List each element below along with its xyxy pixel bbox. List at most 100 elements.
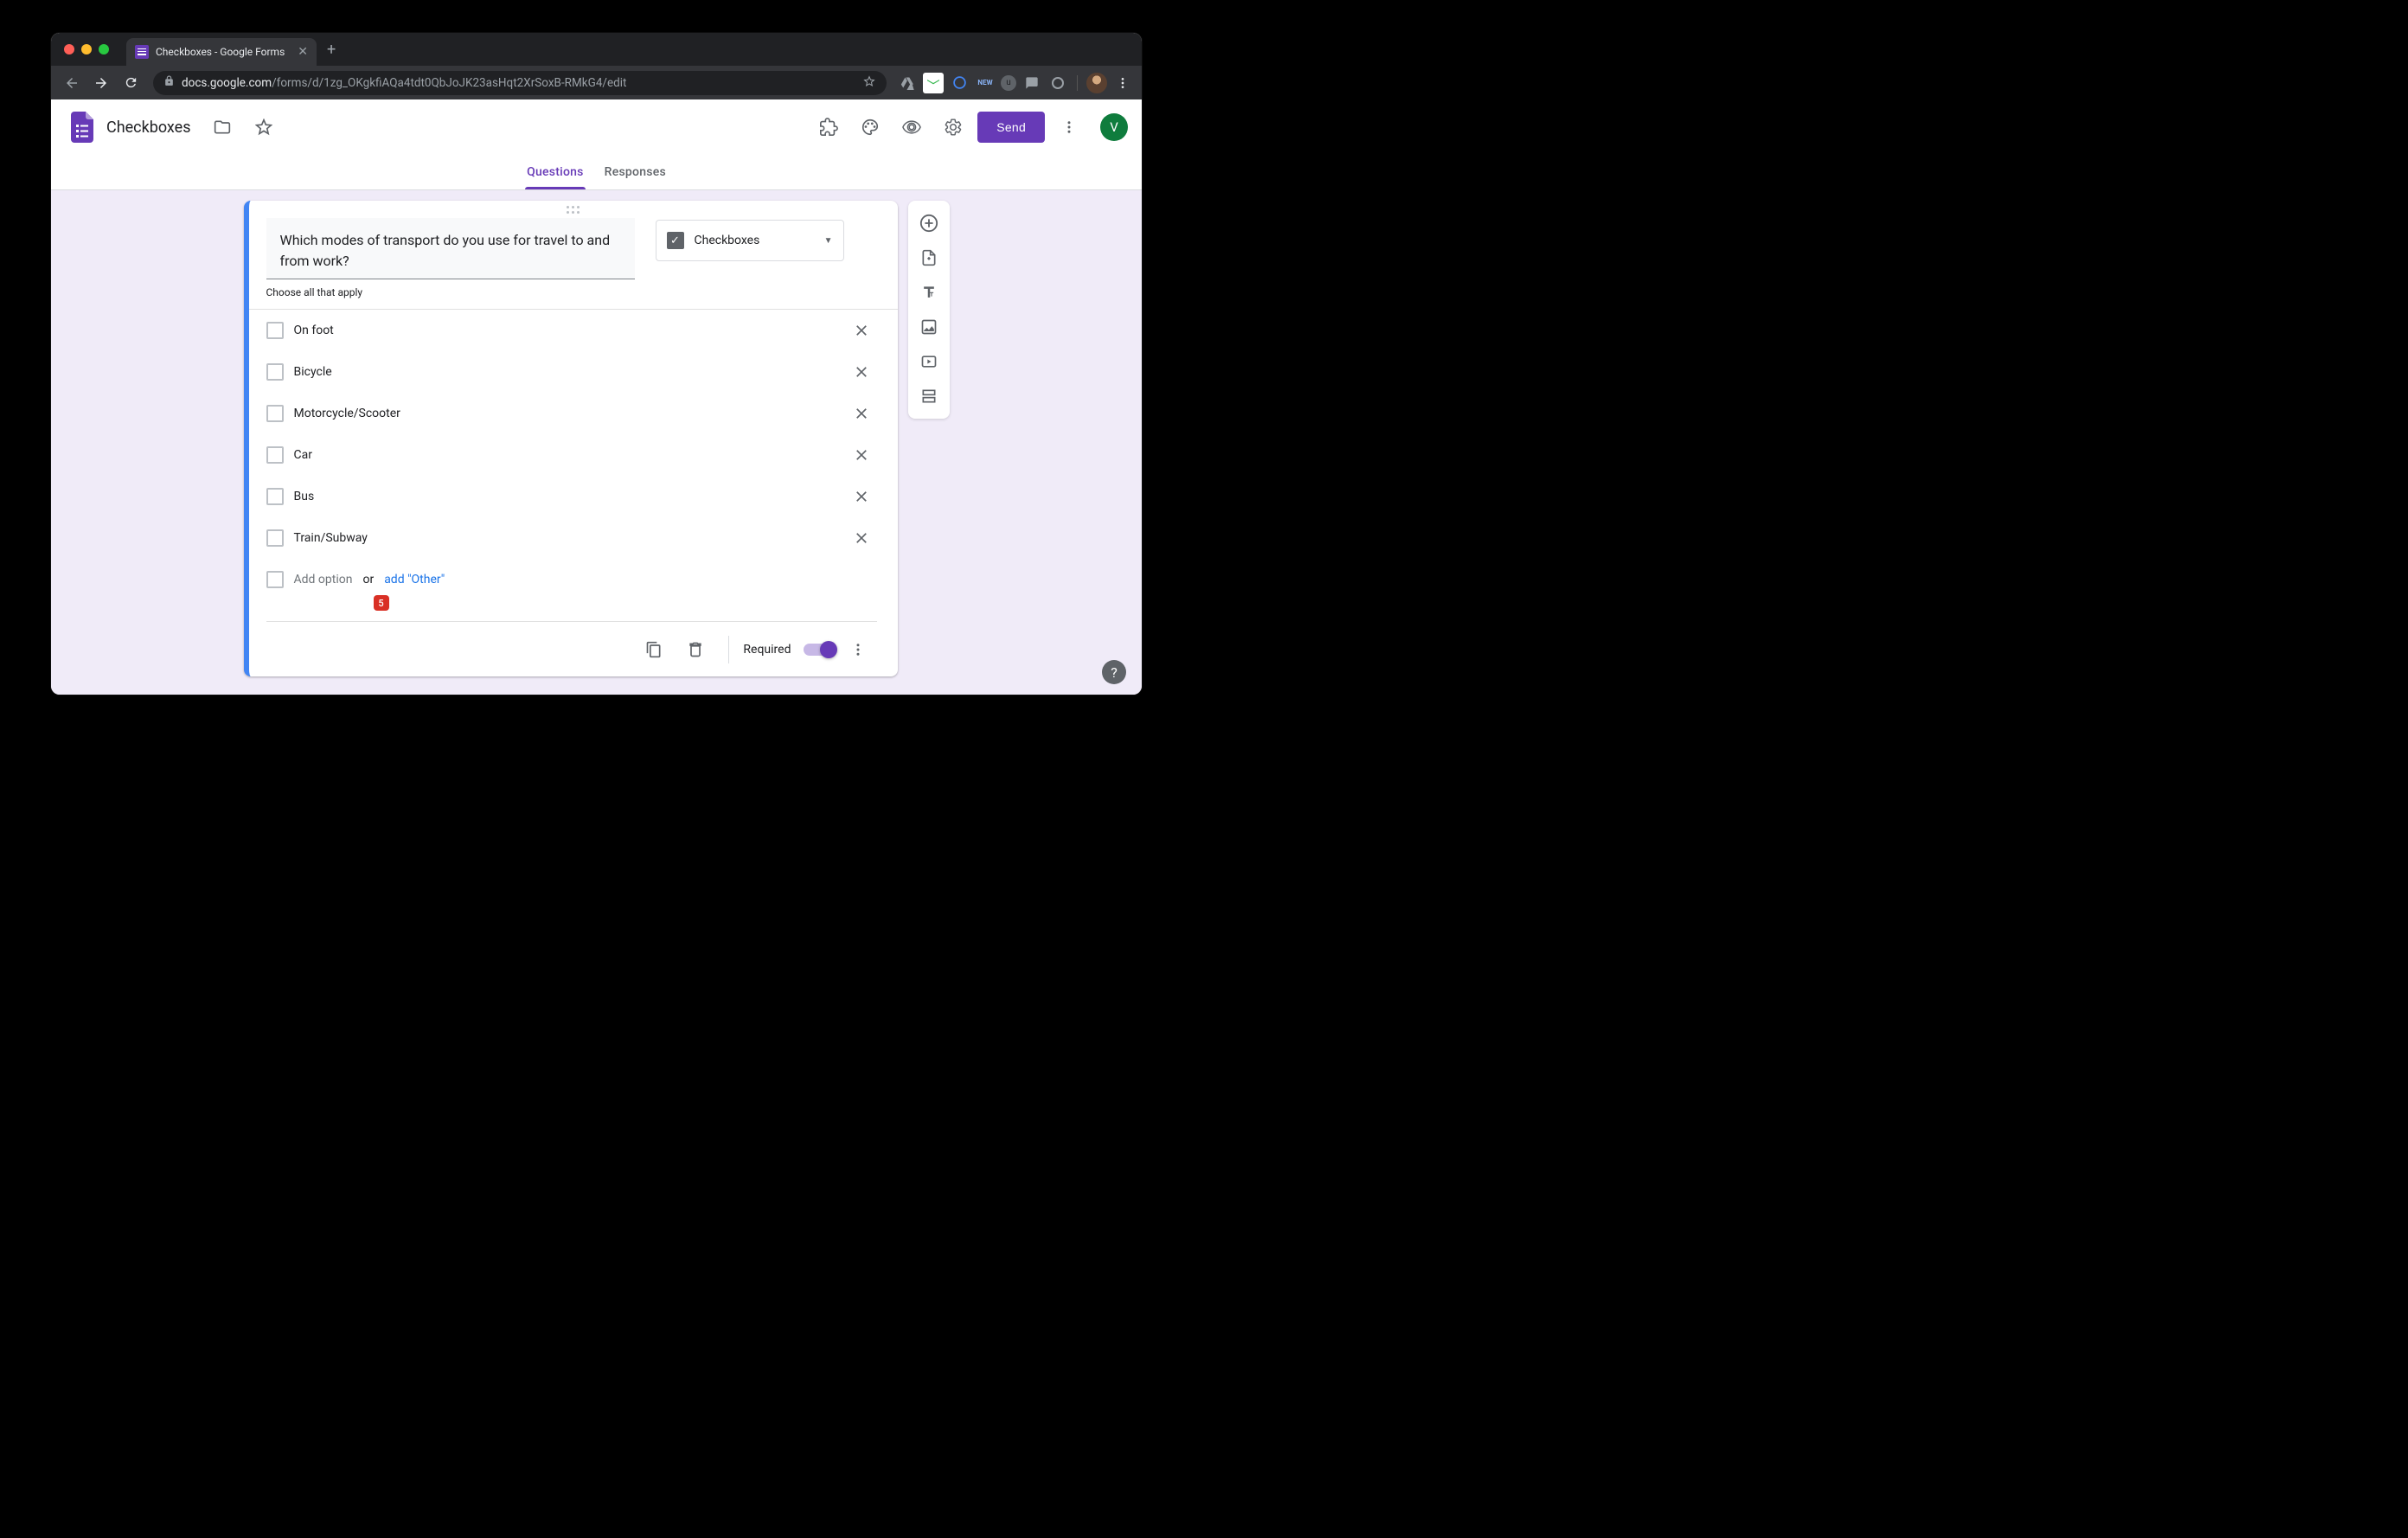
form-tabs: Questions Responses [51,155,1142,190]
divider [728,636,729,663]
back-button[interactable] [60,71,84,95]
tab-responses[interactable]: Responses [605,155,666,189]
option-label[interactable]: Train/Subway [294,531,836,545]
more-button[interactable] [1052,110,1086,144]
import-questions-button[interactable] [913,242,945,273]
url-bar[interactable]: docs.google.com/forms/d/1zg_OKgkfiAQa4td… [153,71,887,95]
star-button[interactable] [247,110,281,144]
question-type-label: Checkboxes [695,234,814,247]
forms-favicon-icon [135,45,149,59]
checkbox-type-icon [667,232,684,249]
checkbox-icon [266,571,284,588]
divider [1077,75,1078,91]
tab-questions[interactable]: Questions [527,155,584,189]
chevron-down-icon: ▼ [824,236,833,246]
remove-option-button[interactable] [846,356,877,388]
delete-button[interactable] [676,631,714,669]
drag-handle[interactable] [249,201,898,218]
checkbox-icon [266,322,284,339]
notification-badge: 5 [374,595,389,611]
form-title[interactable]: Checkboxes [106,119,191,137]
help-button[interactable]: ? [1102,660,1126,684]
options-list: On foot Bicycle Motorcycle/Scooter Car [249,309,898,559]
question-text-input[interactable]: Which modes of transport do you use for … [266,218,635,279]
card-footer: Required [266,621,877,676]
url-text: docs.google.com/forms/d/1zg_OKgkfiAQa4td… [182,76,626,90]
browser-chrome: Checkboxes - Google Forms ✕ + docs.googl… [51,33,1142,99]
checkbox-icon [266,446,284,464]
add-image-button[interactable] [913,311,945,343]
address-bar: docs.google.com/forms/d/1zg_OKgkfiAQa4td… [51,66,1142,99]
close-window-button[interactable] [64,44,74,54]
remove-option-button[interactable] [846,481,877,512]
preview-button[interactable] [894,110,929,144]
close-tab-button[interactable]: ✕ [298,45,308,59]
new-tab-button[interactable]: + [327,41,336,59]
maximize-window-button[interactable] [99,44,109,54]
remove-option-button[interactable] [846,522,877,554]
drag-icon [567,206,580,214]
window-controls [64,44,109,54]
ext-drive-icon[interactable] [897,73,918,93]
account-avatar[interactable]: V [1100,113,1128,141]
theme-button[interactable] [853,110,887,144]
option-row: On foot [266,310,877,351]
addons-button[interactable] [811,110,846,144]
add-section-button[interactable] [913,381,945,412]
option-label[interactable]: On foot [294,324,836,337]
question-card[interactable]: Which modes of transport do you use for … [244,201,898,676]
option-row: Motorcycle/Scooter [266,393,877,434]
option-label[interactable]: Car [294,448,836,462]
minimize-window-button[interactable] [81,44,92,54]
question-more-button[interactable] [839,631,877,669]
duplicate-button[interactable] [635,631,673,669]
option-label[interactable]: Bicycle [294,365,836,379]
add-option-row: Add option or add "Other" 5 [249,559,898,600]
reload-button[interactable] [118,71,143,95]
forms-logo-icon[interactable] [65,110,99,144]
option-row: Bus [266,476,877,517]
required-toggle[interactable] [804,644,836,656]
option-row: Train/Subway [266,517,877,559]
remove-option-button[interactable] [846,315,877,346]
browser-tab[interactable]: Checkboxes - Google Forms ✕ [126,38,317,66]
add-other-button[interactable]: add "Other" [384,573,445,586]
remove-option-button[interactable] [846,398,877,429]
option-label[interactable]: Motorcycle/Scooter [294,407,836,420]
side-toolbar [908,201,950,419]
question-type-selector[interactable]: Checkboxes ▼ [656,220,844,261]
app-header: Checkboxes Send V [51,99,1142,155]
ext-u-icon[interactable]: u [1001,75,1016,91]
forward-button[interactable] [89,71,113,95]
required-label: Required [743,643,791,657]
tab-title: Checkboxes - Google Forms [156,46,285,58]
checkbox-icon [266,405,284,422]
browser-menu-button[interactable] [1112,73,1133,93]
settings-button[interactable] [936,110,970,144]
option-row: Car [266,434,877,476]
question-description[interactable]: Choose all that apply [249,279,898,309]
card-header: Which modes of transport do you use for … [249,218,898,279]
browser-window: Checkboxes - Google Forms ✕ + docs.googl… [51,33,1142,695]
send-button[interactable]: Send [977,112,1045,143]
move-to-folder-button[interactable] [205,110,240,144]
option-label[interactable]: Bus [294,490,836,503]
ext-circle-icon[interactable] [949,73,970,93]
ext-dot-icon[interactable] [1047,73,1068,93]
add-video-button[interactable] [913,346,945,377]
ext-chat-icon[interactable] [1021,73,1042,93]
add-option-input[interactable]: Add option [294,573,353,586]
extension-icons: NEW u [897,73,1133,93]
ext-new-icon[interactable]: NEW [975,73,996,93]
add-or-label: or [362,573,374,586]
add-title-button[interactable] [913,277,945,308]
checkbox-icon [266,529,284,547]
bookmark-star-icon[interactable] [862,74,876,92]
add-question-button[interactable] [913,208,945,239]
profile-avatar[interactable] [1086,73,1107,93]
ext-mail-icon[interactable] [923,73,944,93]
option-row: Bicycle [266,351,877,393]
remove-option-button[interactable] [846,439,877,471]
lock-icon [163,75,175,90]
form-canvas: Which modes of transport do you use for … [51,190,1142,695]
